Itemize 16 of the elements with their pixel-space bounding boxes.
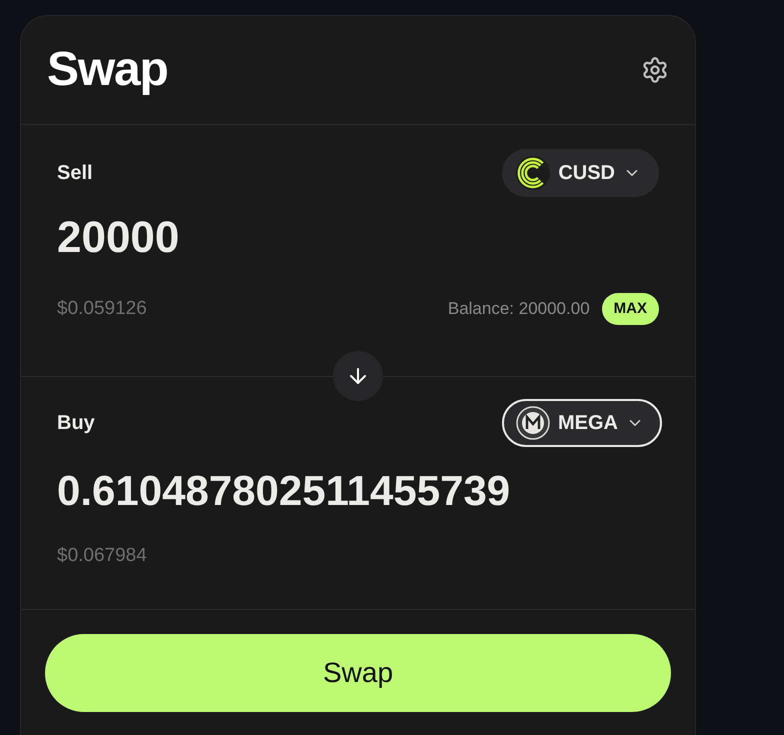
token-selector[interactable]: CUSD bbox=[502, 149, 659, 197]
card-title: Swap bbox=[47, 42, 168, 98]
token-logo-icon bbox=[516, 156, 550, 190]
sell-amount[interactable]: 20000 bbox=[57, 205, 659, 271]
buy-amount[interactable]: 0.610487802511455739 bbox=[57, 459, 659, 522]
sell-label: Sell bbox=[57, 161, 93, 186]
max-button[interactable]: MAX bbox=[602, 293, 659, 325]
balance-text: Balance: 20000.00 bbox=[448, 298, 590, 320]
token-logo-icon bbox=[516, 406, 550, 440]
usd-value: $0.059126 bbox=[57, 296, 147, 321]
swap-direction-button[interactable] bbox=[333, 351, 383, 401]
settings-icon[interactable] bbox=[641, 56, 669, 84]
token-selector[interactable]: MEGA bbox=[502, 399, 662, 447]
usd-value: $0.067984 bbox=[57, 544, 148, 568]
buy-label: Buy bbox=[57, 411, 95, 436]
swap-button[interactable]: Swap bbox=[45, 634, 671, 712]
